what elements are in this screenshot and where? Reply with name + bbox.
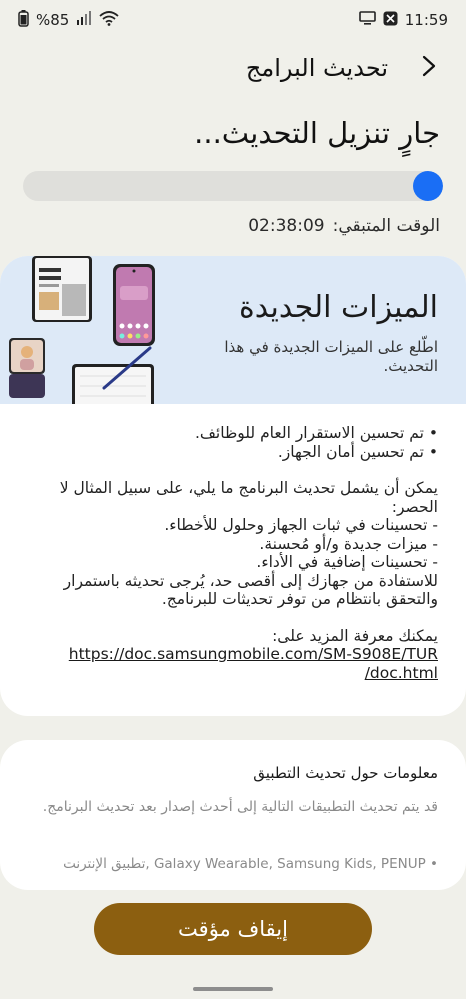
- devices-illustration: [0, 256, 170, 408]
- features-body: • تم تحسين الاستقرار العام للوظائف. • تم…: [26, 424, 438, 682]
- tablet-image: [32, 256, 92, 322]
- status-left: %85: [18, 9, 119, 31]
- phone-image: [113, 264, 155, 346]
- screen-cast-icon: [358, 11, 376, 29]
- battery-icon: [18, 9, 29, 31]
- tablet-pen-image: [72, 346, 154, 408]
- remaining-time-label: الوقت المتبقي:: [332, 216, 440, 236]
- nfc-icon: [383, 11, 398, 30]
- home-indicator[interactable]: [193, 987, 273, 991]
- app-info-list: • Galaxy Wearable, Samsung Kids, PENUP ,…: [63, 856, 438, 872]
- wifi-icon: [99, 10, 119, 30]
- more-info-label: يمكنك معرفة المزيد على:: [272, 626, 438, 645]
- doc-link-line2: /doc.html: [364, 663, 438, 682]
- doc-link-line1: https://doc.samsungmobile.com/SM-S908E/T…: [68, 645, 438, 663]
- battery-level: %85: [36, 11, 70, 29]
- feature-bullet: • تم تحسين أمان الجهاز.: [277, 442, 438, 461]
- features-subtitle: اطّلع على الميزات الجديدة في هذا التحديث…: [224, 338, 438, 375]
- pause-button[interactable]: إيقاف مؤقت: [94, 903, 372, 955]
- app-info-title: معلومات حول تحديث التطبيق: [253, 764, 438, 782]
- download-status-title: جارٍ تنزيل التحديث...: [194, 116, 440, 150]
- feature-item: - ميزات جديدة و/أو مُحسنة.: [259, 534, 438, 553]
- download-progress-fill: [413, 171, 443, 201]
- chevron-right-icon: [422, 55, 436, 81]
- app-update-info-card: معلومات حول تحديث التطبيق قد يتم تحديث ا…: [0, 740, 466, 890]
- remaining-time-value: 02:38:09: [248, 216, 325, 236]
- doc-link[interactable]: https://doc.samsungmobile.com/SM-S908E/T…: [26, 645, 438, 682]
- status-right: 11:59: [358, 11, 448, 30]
- features-banner: الميزات الجديدة اطّلع على الميزات الجديد…: [0, 256, 466, 408]
- status-bar: %85 11:59: [0, 0, 466, 40]
- new-features-card: الميزات الجديدة اطّلع على الميزات الجديد…: [0, 256, 466, 716]
- features-title: الميزات الجديدة: [239, 290, 438, 325]
- features-intro: يمكن أن يشمل تحديث البرنامج ما يلي، على …: [59, 479, 438, 516]
- remaining-time-row: الوقت المتبقي: 02:38:09: [248, 216, 440, 236]
- flip-phone-image: [9, 338, 45, 398]
- feature-bullet: • تم تحسين الاستقرار العام للوظائف.: [194, 424, 438, 442]
- page-title: تحديث البرامج: [245, 54, 388, 82]
- features-advice: للاستفادة من جهازك إلى أقصى حد، يُرجى تح…: [63, 571, 438, 609]
- signal-icon: [76, 11, 92, 29]
- app-info-description: قد يتم تحديث التطبيقات التالية إلى أحدث …: [42, 799, 438, 815]
- back-button[interactable]: [414, 53, 444, 83]
- header: تحديث البرامج: [0, 48, 466, 88]
- download-progress-bar: [23, 171, 443, 201]
- feature-item: - تحسينات في ثبات الجهاز وحلول للأخطاء.: [164, 516, 438, 534]
- feature-item: - تحسينات إضافية في الأداء.: [256, 553, 438, 571]
- clock: 11:59: [404, 11, 448, 29]
